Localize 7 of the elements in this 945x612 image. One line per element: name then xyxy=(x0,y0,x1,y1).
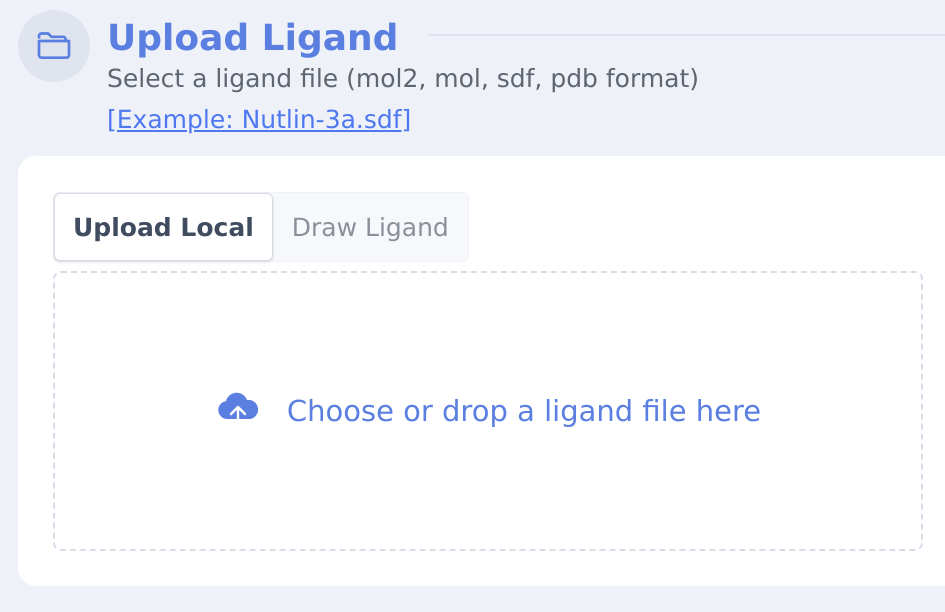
example-link[interactable]: [Example: Nutlin-3a.sdf] xyxy=(107,105,412,134)
section-title: Upload Ligand xyxy=(107,18,398,58)
drop-zone-text: Choose or drop a ligand file here xyxy=(286,394,762,428)
tab[interactable]: Draw Ligand xyxy=(272,193,468,261)
tab[interactable]: Upload Local xyxy=(54,193,273,261)
section-subtitle: Select a ligand file (mol2, mol, sdf, pdb format) xyxy=(107,64,700,93)
drop-zone[interactable]: Choose or drop a ligand file here xyxy=(53,271,923,551)
